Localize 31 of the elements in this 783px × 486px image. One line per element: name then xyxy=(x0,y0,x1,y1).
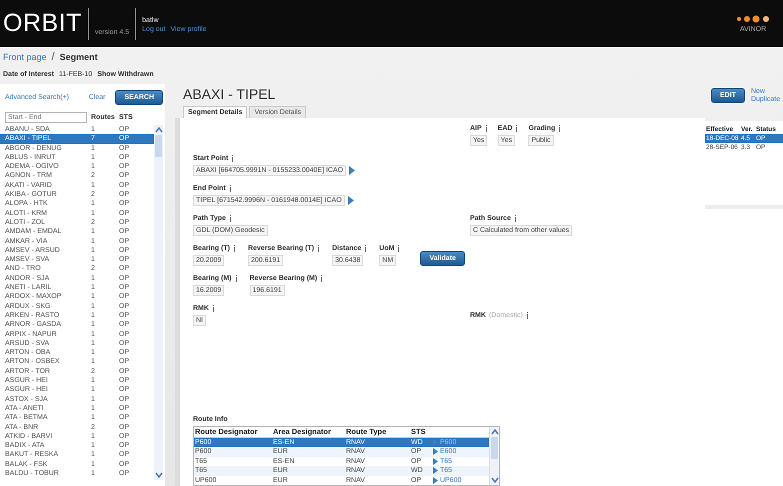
triangle-icon[interactable] xyxy=(349,166,356,175)
info-icon[interactable] xyxy=(232,245,236,252)
scrollbar-thumb[interactable] xyxy=(491,437,498,459)
info-icon[interactable] xyxy=(317,245,320,252)
info-icon[interactable] xyxy=(558,125,562,132)
info-icon[interactable] xyxy=(484,125,488,132)
scroll-up-icon[interactable] xyxy=(154,127,162,133)
scroll-down-icon[interactable] xyxy=(154,472,162,478)
info-icon[interactable] xyxy=(320,275,324,282)
info-icon[interactable] xyxy=(234,275,238,282)
info-icon[interactable] xyxy=(526,312,529,319)
triangle-icon[interactable] xyxy=(348,196,354,205)
scrollbar[interactable] xyxy=(489,427,499,485)
info-icon[interactable] xyxy=(515,125,518,132)
scroll-down-icon[interactable] xyxy=(490,477,498,483)
info-icon[interactable] xyxy=(397,245,400,252)
info-icon[interactable] xyxy=(364,245,368,252)
breadcrumb-current: Segment xyxy=(60,52,98,62)
breadcrumb-link[interactable]: Front page xyxy=(3,52,47,62)
info-icon[interactable] xyxy=(231,155,234,162)
scroll-up-icon[interactable] xyxy=(490,429,498,435)
info-icon[interactable] xyxy=(228,215,232,222)
logo: ORBIT xyxy=(3,9,82,38)
info-icon[interactable] xyxy=(514,215,517,222)
segment-title: ABAXI - TIPEL xyxy=(183,86,276,102)
dots-logo-icon xyxy=(735,14,771,22)
scrollbar-thumb[interactable] xyxy=(155,135,162,157)
info-icon[interactable] xyxy=(212,305,215,312)
breadcrumb-separator: / xyxy=(52,51,55,63)
scrollbar[interactable] xyxy=(154,125,163,480)
info-icon[interactable] xyxy=(228,185,232,192)
